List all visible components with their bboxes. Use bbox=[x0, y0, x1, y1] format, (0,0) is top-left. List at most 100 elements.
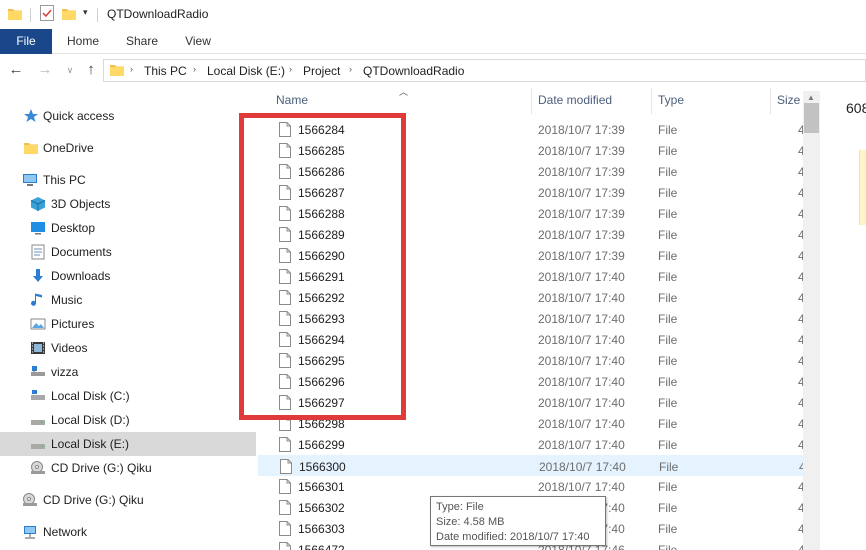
file-date-modified: 2018/10/7 17:39 bbox=[538, 186, 625, 200]
sidebar-item-label: Local Disk (D:) bbox=[51, 413, 130, 427]
file-icon bbox=[279, 521, 291, 536]
annotation-highlight-box bbox=[239, 113, 406, 420]
file-type: File bbox=[658, 291, 678, 305]
address-bar[interactable]: › This PC › Local Disk (E:) › Project › … bbox=[103, 59, 866, 82]
forward-arrow-icon[interactable]: → bbox=[36, 61, 54, 79]
breadcrumb-this-pc[interactable]: This PC bbox=[144, 64, 187, 78]
customize-toolbar-icon[interactable]: ▾ bbox=[83, 7, 88, 18]
breadcrumb-local-disk-e[interactable]: Local Disk (E:) bbox=[207, 64, 285, 78]
file-icon bbox=[279, 479, 291, 494]
file-type: File bbox=[658, 228, 678, 242]
column-header-type[interactable]: Type bbox=[658, 86, 684, 114]
chevron-right-icon[interactable]: › bbox=[130, 64, 133, 74]
sidebar-item-pictures[interactable]: Pictures bbox=[0, 312, 256, 336]
chevron-right-icon[interactable]: › bbox=[289, 64, 292, 74]
sidebar-item-label: OneDrive bbox=[43, 141, 94, 155]
sidebar-item-this-pc[interactable]: This PC bbox=[0, 168, 256, 192]
file-icon bbox=[280, 459, 292, 474]
sidebar-item-cd-drive-g[interactable]: CD Drive (G:) Qiku bbox=[0, 456, 256, 480]
file-type: File bbox=[658, 543, 678, 550]
vertical-scrollbar[interactable]: ▲ bbox=[803, 91, 820, 550]
file-date-modified: 2018/10/7 17:39 bbox=[538, 249, 625, 263]
sidebar-item-local-disk-d[interactable]: Local Disk (D:) bbox=[0, 408, 256, 432]
file-name: 1566303 bbox=[298, 522, 345, 536]
sidebar-item-local-disk-e[interactable]: Local Disk (E:) bbox=[0, 432, 256, 456]
sidebar-item-desktop[interactable]: Desktop bbox=[0, 216, 256, 240]
sidebar-item-vizza[interactable]: vizza bbox=[0, 360, 256, 384]
drive-icon bbox=[31, 390, 45, 400]
file-date-modified: 2018/10/7 17:40 bbox=[538, 291, 625, 305]
download-icon bbox=[33, 269, 43, 282]
sidebar-item-music[interactable]: Music bbox=[0, 288, 256, 312]
sidebar-item-quick-access[interactable]: Quick access bbox=[0, 104, 256, 128]
tab-view[interactable]: View bbox=[170, 29, 226, 54]
network-drive-icon bbox=[31, 366, 45, 376]
folder-icon[interactable] bbox=[8, 7, 22, 20]
pictures-icon bbox=[30, 318, 46, 330]
new-folder-icon[interactable] bbox=[62, 7, 76, 20]
scroll-up-icon[interactable]: ▲ bbox=[807, 93, 815, 102]
sidebar-item-3d-objects[interactable]: 3D Objects bbox=[0, 192, 256, 216]
column-header-size[interactable]: Size bbox=[777, 86, 800, 114]
file-name: 1566472 bbox=[298, 543, 345, 550]
toolbar-separator bbox=[30, 8, 31, 22]
recent-locations-icon[interactable]: ∨ bbox=[61, 61, 79, 79]
sort-ascending-icon: ︿ bbox=[399, 87, 409, 97]
details-text: 608 bbox=[846, 100, 866, 116]
sidebar-item-cd-drive-g-root[interactable]: CD Drive (G:) Qiku bbox=[0, 488, 256, 512]
sidebar-item-local-disk-c[interactable]: Local Disk (C:) bbox=[0, 384, 256, 408]
window-title: QTDownloadRadio bbox=[107, 7, 209, 21]
toolbar-separator bbox=[97, 8, 98, 22]
file-type: File bbox=[659, 460, 679, 474]
sidebar-item-network[interactable]: Network bbox=[0, 520, 256, 544]
drive-icon bbox=[31, 444, 45, 449]
file-date-modified: 2018/10/7 17:40 bbox=[538, 396, 625, 410]
file-date-modified: 2018/10/7 17:40 bbox=[538, 333, 625, 347]
file-type: File bbox=[658, 186, 678, 200]
breadcrumb-qtdownloadradio[interactable]: QTDownloadRadio bbox=[363, 64, 464, 78]
chevron-right-icon[interactable]: › bbox=[349, 64, 352, 74]
sidebar-item-onedrive[interactable]: OneDrive bbox=[0, 136, 256, 160]
table-row[interactable]: 15663002018/10/7 17:40File4 bbox=[258, 455, 806, 476]
table-row[interactable]: 1566301 2018/10/7 17:40 File 4 bbox=[258, 476, 805, 497]
sidebar-item-documents[interactable]: Documents bbox=[0, 240, 256, 264]
column-divider[interactable] bbox=[651, 88, 652, 114]
file-tooltip: Type: File Size: 4.58 MB Date modified: … bbox=[430, 496, 606, 546]
tab-share[interactable]: Share bbox=[114, 29, 170, 54]
file-type: File bbox=[658, 270, 678, 284]
computer-icon bbox=[23, 174, 37, 186]
table-row[interactable]: 1566299 2018/10/7 17:40 File 4 bbox=[258, 434, 805, 455]
file-type: File bbox=[658, 333, 678, 347]
sidebar-item-downloads[interactable]: Downloads bbox=[0, 264, 256, 288]
cube-icon bbox=[30, 197, 46, 211]
sidebar-item-label: Network bbox=[43, 525, 88, 539]
file-icon bbox=[279, 437, 291, 452]
breadcrumb-project[interactable]: Project bbox=[303, 64, 340, 78]
file-date-modified: 2018/10/7 17:39 bbox=[538, 144, 625, 158]
file-type: File bbox=[658, 417, 678, 431]
sidebar-item-label: Local Disk (E:) bbox=[51, 437, 130, 451]
tab-home[interactable]: Home bbox=[52, 29, 114, 54]
chevron-right-icon[interactable]: › bbox=[193, 64, 196, 74]
tab-file[interactable]: File bbox=[0, 29, 52, 54]
back-arrow-icon[interactable]: ← bbox=[7, 61, 25, 79]
up-arrow-icon[interactable]: ↑ bbox=[82, 61, 100, 79]
ribbon-tabs: File Home Share View bbox=[0, 29, 866, 54]
properties-icon[interactable] bbox=[40, 5, 54, 21]
tooltip-date: Date modified: 2018/10/7 17:40 bbox=[436, 531, 590, 543]
document-icon bbox=[31, 244, 45, 260]
column-header-name[interactable]: Name bbox=[276, 86, 308, 114]
file-type: File bbox=[658, 438, 678, 452]
column-divider[interactable] bbox=[531, 88, 532, 114]
column-divider[interactable] bbox=[770, 88, 771, 114]
scrollbar-thumb[interactable] bbox=[804, 103, 819, 133]
column-header-date-modified[interactable]: Date modified bbox=[538, 86, 612, 114]
sidebar-item-label: vizza bbox=[51, 365, 79, 379]
cd-drive-icon bbox=[31, 461, 45, 474]
sidebar-item-videos[interactable]: Videos bbox=[0, 336, 256, 360]
sidebar-item-label: Documents bbox=[51, 245, 112, 259]
music-icon bbox=[31, 293, 42, 306]
file-type: File bbox=[658, 375, 678, 389]
file-type: File bbox=[658, 354, 678, 368]
video-icon bbox=[31, 342, 45, 354]
